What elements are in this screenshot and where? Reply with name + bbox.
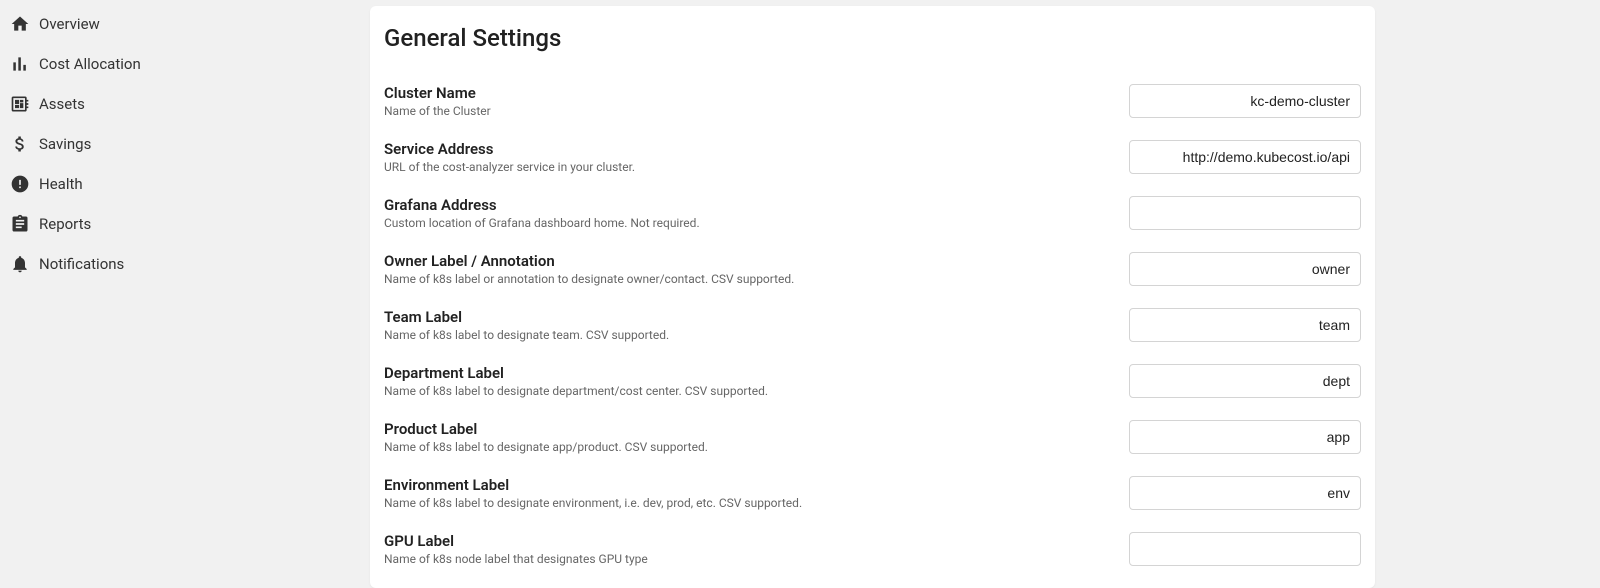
- setting-product-label: Product Label Name of k8s label to desig…: [384, 420, 1361, 454]
- owner-label-input[interactable]: [1129, 252, 1361, 286]
- setting-title: Service Address: [384, 140, 1109, 158]
- sidebar-item-assets[interactable]: Assets: [0, 84, 370, 124]
- setting-cluster-name: Cluster Name Name of the Cluster: [384, 84, 1361, 118]
- service-address-input[interactable]: [1129, 140, 1361, 174]
- setting-gpu-label: GPU Label Name of k8s node label that de…: [384, 532, 1361, 566]
- sidebar-item-reports[interactable]: Reports: [0, 204, 370, 244]
- sidebar-item-cost-allocation[interactable]: Cost Allocation: [0, 44, 370, 84]
- setting-title: Owner Label / Annotation: [384, 252, 1109, 270]
- setting-desc: Name of k8s label or annotation to desig…: [384, 272, 1109, 286]
- setting-desc: URL of the cost-analyzer service in your…: [384, 160, 1109, 174]
- setting-desc: Name of the Cluster: [384, 104, 1109, 118]
- sidebar-item-label: Notifications: [39, 244, 124, 284]
- cluster-name-input[interactable]: [1129, 84, 1361, 118]
- grafana-address-input[interactable]: [1129, 196, 1361, 230]
- sidebar-item-label: Reports: [39, 204, 91, 244]
- sidebar-item-label: Overview: [39, 4, 100, 44]
- page-title: General Settings: [384, 24, 1361, 52]
- dollar-icon: [8, 132, 32, 156]
- alert-icon: [8, 172, 32, 196]
- department-label-input[interactable]: [1129, 364, 1361, 398]
- sidebar: Overview Cost Allocation Assets Savings …: [0, 0, 370, 586]
- gpu-label-input[interactable]: [1129, 532, 1361, 566]
- bell-icon: [8, 252, 32, 276]
- setting-desc: Custom location of Grafana dashboard hom…: [384, 216, 1109, 230]
- setting-title: Team Label: [384, 308, 1109, 326]
- setting-title: Cluster Name: [384, 84, 1109, 102]
- setting-desc: Name of k8s label to designate departmen…: [384, 384, 1109, 398]
- sidebar-item-label: Cost Allocation: [39, 44, 141, 84]
- setting-desc: Name of k8s label to designate environme…: [384, 496, 1109, 510]
- setting-environment-label: Environment Label Name of k8s label to d…: [384, 476, 1361, 510]
- setting-title: Product Label: [384, 420, 1109, 438]
- sidebar-item-label: Assets: [39, 84, 85, 124]
- setting-title: Department Label: [384, 364, 1109, 382]
- setting-grafana-address: Grafana Address Custom location of Grafa…: [384, 196, 1361, 230]
- bar-chart-icon: [8, 52, 32, 76]
- team-label-input[interactable]: [1129, 308, 1361, 342]
- setting-service-address: Service Address URL of the cost-analyzer…: [384, 140, 1361, 174]
- sidebar-item-overview[interactable]: Overview: [0, 4, 370, 44]
- setting-owner-label: Owner Label / Annotation Name of k8s lab…: [384, 252, 1361, 286]
- clipboard-icon: [8, 212, 32, 236]
- environment-label-input[interactable]: [1129, 476, 1361, 510]
- setting-department-label: Department Label Name of k8s label to de…: [384, 364, 1361, 398]
- sidebar-item-label: Health: [39, 164, 83, 204]
- developer-board-icon: [8, 92, 32, 116]
- sidebar-item-health[interactable]: Health: [0, 164, 370, 204]
- settings-card: General Settings Cluster Name Name of th…: [370, 6, 1375, 588]
- setting-title: Grafana Address: [384, 196, 1109, 214]
- sidebar-item-savings[interactable]: Savings: [0, 124, 370, 164]
- setting-desc: Name of k8s label to designate app/produ…: [384, 440, 1109, 454]
- setting-desc: Name of k8s node label that designates G…: [384, 552, 1109, 566]
- setting-desc: Name of k8s label to designate team. CSV…: [384, 328, 1109, 342]
- setting-team-label: Team Label Name of k8s label to designat…: [384, 308, 1361, 342]
- home-icon: [8, 12, 32, 36]
- product-label-input[interactable]: [1129, 420, 1361, 454]
- setting-title: Environment Label: [384, 476, 1109, 494]
- setting-title: GPU Label: [384, 532, 1109, 550]
- sidebar-item-notifications[interactable]: Notifications: [0, 244, 370, 284]
- sidebar-item-label: Savings: [39, 124, 91, 164]
